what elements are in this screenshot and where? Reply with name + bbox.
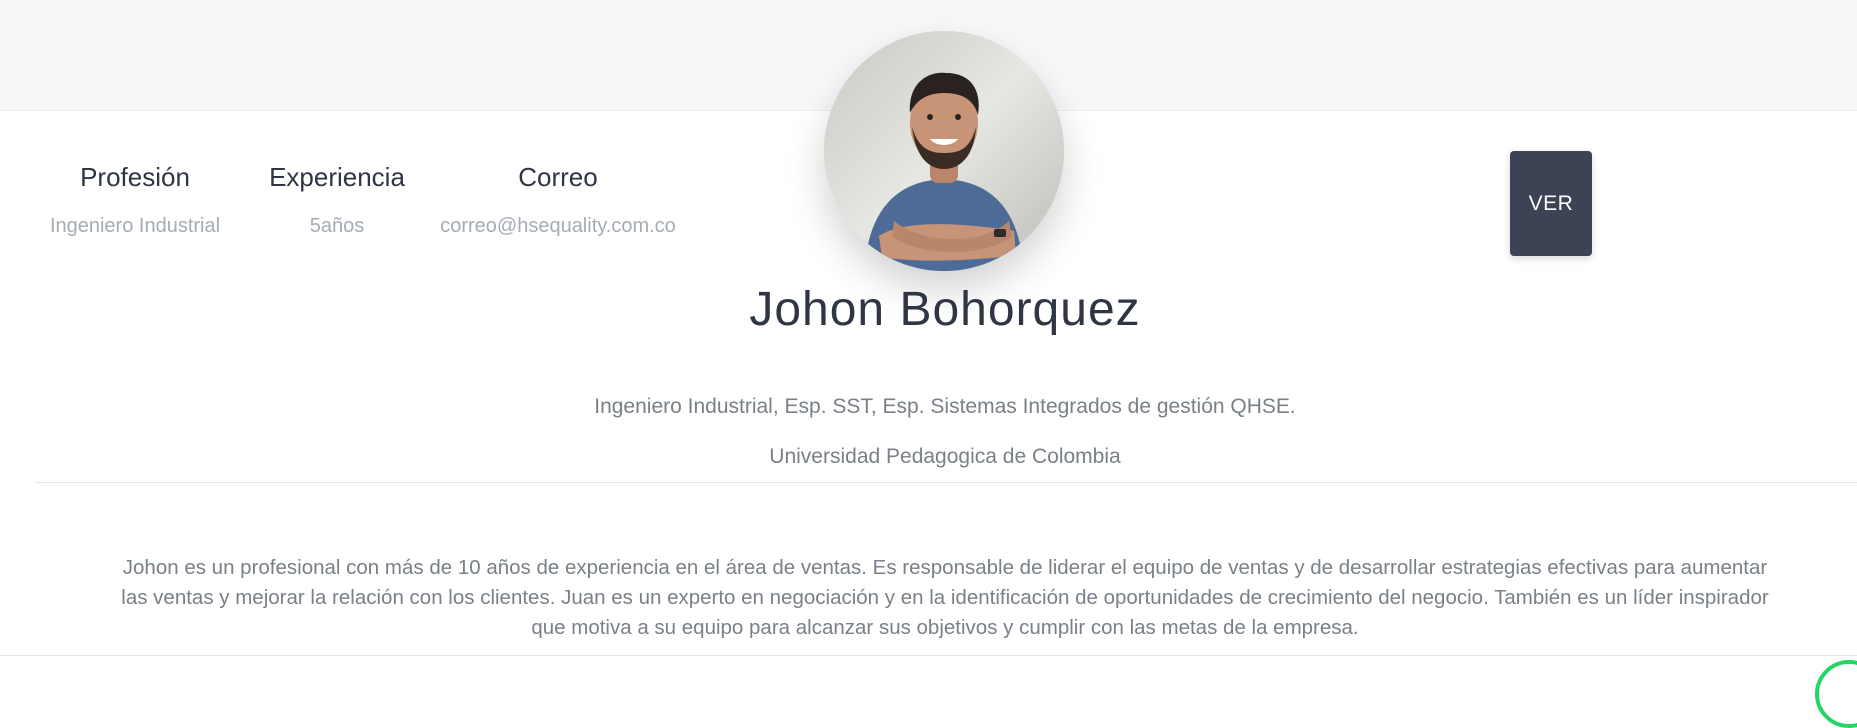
stat-profesion-value: Ingeniero Industrial <box>49 215 221 237</box>
whatsapp-icon[interactable] <box>1815 660 1857 728</box>
stat-experiencia-label: Experiencia <box>269 162 405 192</box>
stat-correo-label: Correo <box>518 162 598 192</box>
ver-button[interactable]: VER <box>1510 151 1592 256</box>
stat-profesion: Profesión Ingeniero Industrial <box>40 162 230 238</box>
stat-experiencia: Experiencia 5años <box>262 162 412 238</box>
stat-correo-value: correo@hsequality.com.co <box>440 215 676 237</box>
footer-divider <box>0 655 1857 656</box>
profile-degree: Ingeniero Industrial, Esp. SST, Esp. Sis… <box>594 395 1296 418</box>
stat-correo: Correo correo@hsequality.com.co <box>430 162 686 238</box>
profile-name: Johon Bohorquez <box>749 283 1141 336</box>
profile-bio: Johon es un profesional con más de 10 añ… <box>121 556 1769 639</box>
avatar <box>824 31 1064 271</box>
stat-experiencia-value: 5años <box>309 215 365 237</box>
profile-photo <box>824 31 1064 271</box>
profile-university: Universidad Pedagogica de Colombia <box>769 445 1121 468</box>
stat-profesion-label: Profesión <box>80 162 190 192</box>
section-divider <box>35 482 1857 483</box>
